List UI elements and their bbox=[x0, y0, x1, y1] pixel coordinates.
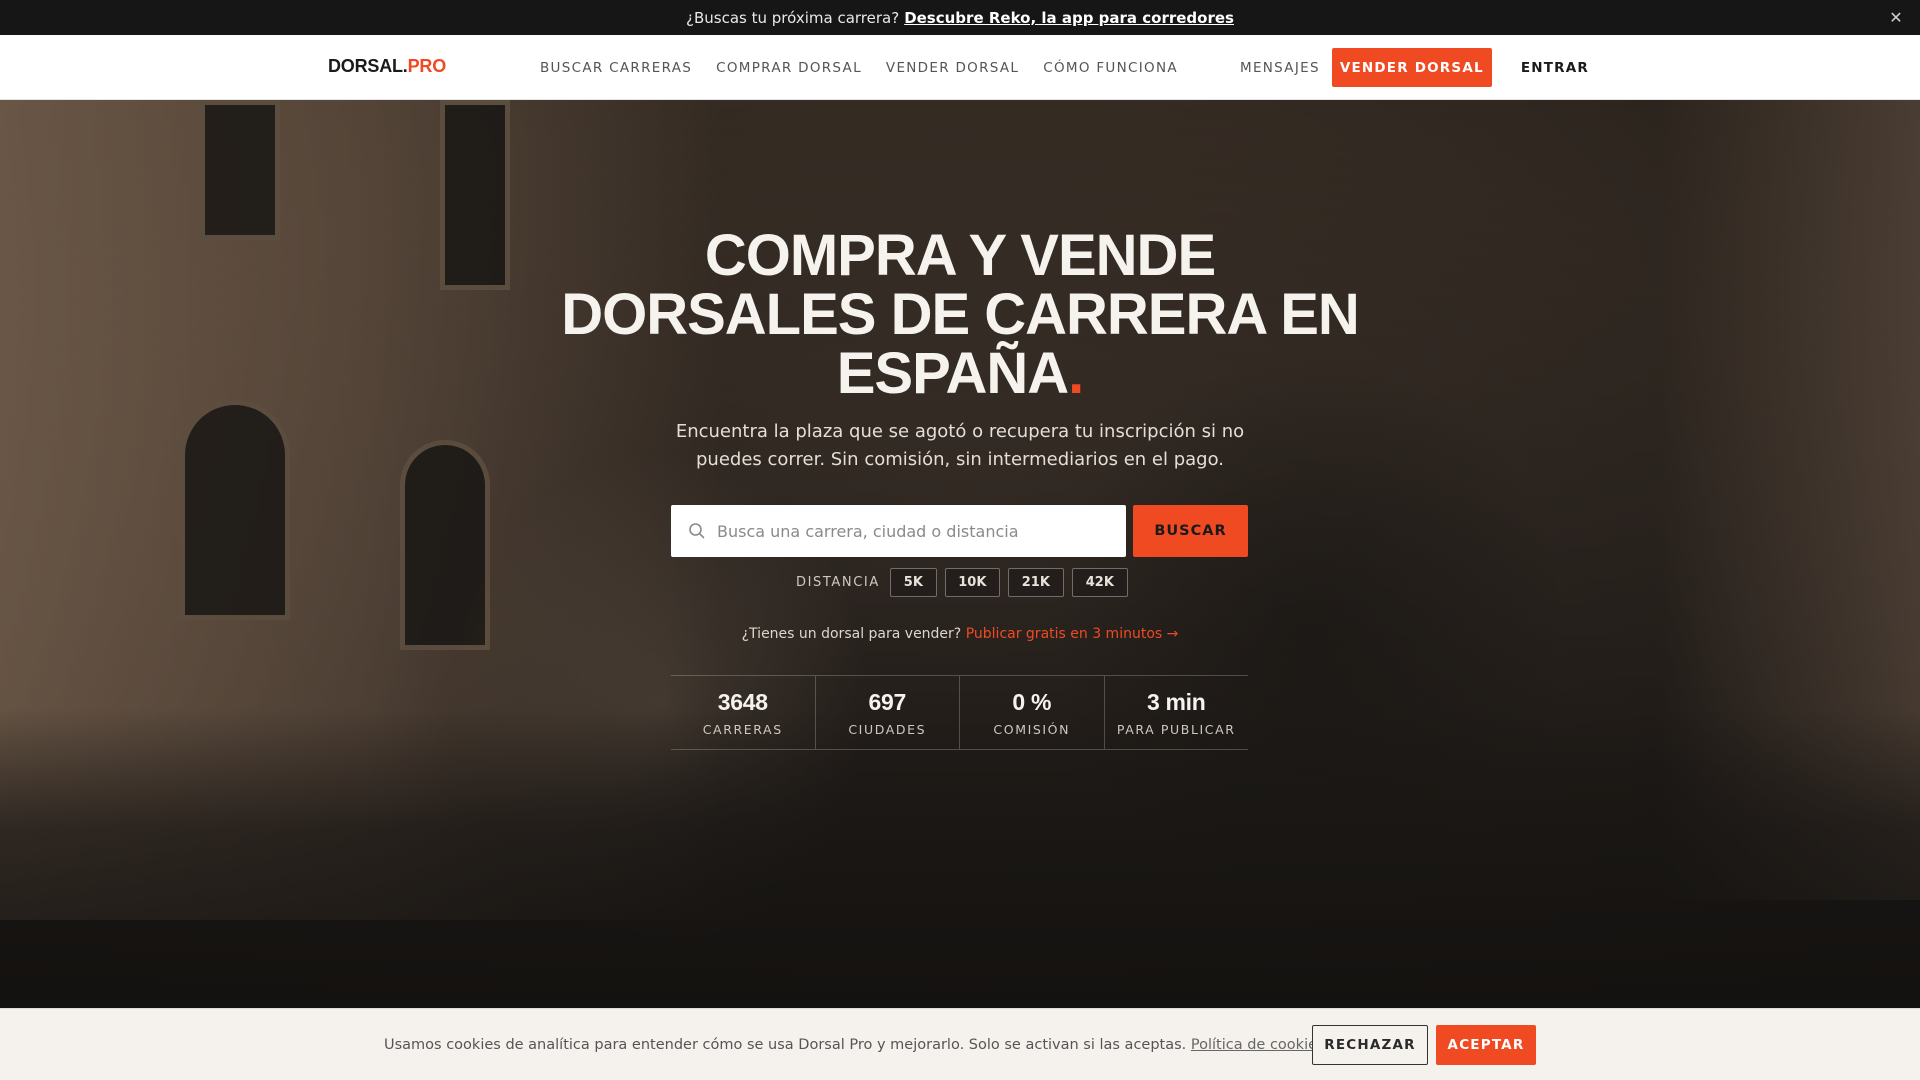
stat-carreras: 3648 CARRERAS bbox=[671, 676, 816, 749]
background-window bbox=[200, 100, 280, 240]
distance-chip-5k[interactable]: 5K bbox=[889, 568, 937, 597]
site-logo[interactable]: DORSAL.PRO bbox=[328, 56, 446, 77]
hero-title: COMPRA Y VENDE DORSALES DE CARRERA EN ES… bbox=[560, 226, 1360, 403]
stats-bar: 3648 CARRERAS 697 CIUDADES 0 % COMISIÓN … bbox=[671, 675, 1248, 750]
cookie-policy-link[interactable]: Política de cookies bbox=[1191, 1037, 1325, 1053]
header-actions: MENSAJES VENDER DORSAL ENTRAR bbox=[1240, 35, 1589, 100]
sell-dorsal-button[interactable]: VENDER DORSAL bbox=[1331, 48, 1492, 87]
nav-vender-dorsal[interactable]: VENDER DORSAL bbox=[886, 60, 1019, 76]
search-button[interactable]: BUSCAR bbox=[1133, 505, 1248, 557]
cookie-message: Usamos cookies de analítica para entende… bbox=[384, 1037, 1187, 1053]
accept-cookies-button[interactable]: ACEPTAR bbox=[1436, 1025, 1536, 1065]
nav-buscar-carreras[interactable]: BUSCAR CARRERAS bbox=[540, 60, 692, 76]
close-icon[interactable]: ✕ bbox=[1886, 7, 1906, 27]
stat-comision: 0 % COMISIÓN bbox=[960, 676, 1105, 749]
stat-label: CARRERAS bbox=[702, 721, 783, 737]
logo-accent: PRO bbox=[407, 56, 447, 76]
distance-filter: DISTANCIA 5K 10K 21K 42K bbox=[796, 568, 1128, 597]
stat-value: 3 min bbox=[1146, 688, 1206, 715]
distance-chip-21k[interactable]: 21K bbox=[1007, 568, 1064, 597]
sell-prompt-text: ¿Tienes un dorsal para vender? bbox=[741, 626, 962, 642]
announcement-bar: ¿Buscas tu próxima carrera? Descubre Rek… bbox=[0, 0, 1920, 35]
nav-comprar-dorsal[interactable]: COMPRAR DORSAL bbox=[716, 60, 862, 76]
announcement-text: ¿Buscas tu próxima carrera? bbox=[686, 8, 900, 27]
hero-title-text: COMPRA Y VENDE DORSALES DE CARRERA EN ES… bbox=[561, 223, 1360, 406]
cookie-banner: Usamos cookies de analítica para entende… bbox=[0, 1008, 1920, 1080]
login-link[interactable]: ENTRAR bbox=[1521, 60, 1589, 76]
distance-chip-42k[interactable]: 42K bbox=[1071, 568, 1128, 597]
publish-link[interactable]: Publicar gratis en 3 minutos → bbox=[966, 626, 1179, 642]
stat-label: PARA PUBLICAR bbox=[1116, 721, 1236, 737]
hero-subtitle: Encuentra la plaza que se agotó o recupe… bbox=[675, 421, 1245, 470]
site-header: DORSAL.PRO BUSCAR CARRERAS COMPRAR DORSA… bbox=[0, 35, 1920, 100]
logo-main: DORSAL. bbox=[328, 56, 408, 76]
reject-cookies-button[interactable]: RECHAZAR bbox=[1312, 1025, 1428, 1065]
stat-value: 3648 bbox=[717, 688, 768, 715]
hero-background-road bbox=[0, 708, 1920, 1008]
announcement-link[interactable]: Descubre Reko, la app para corredores bbox=[904, 9, 1234, 27]
stat-publicar: 3 min PARA PUBLICAR bbox=[1105, 676, 1249, 749]
sell-prompt: ¿Tienes un dorsal para vender? Publicar … bbox=[660, 626, 1260, 642]
cookie-text: Usamos cookies de analítica para entende… bbox=[384, 1037, 1325, 1053]
nav-como-funciona[interactable]: CÓMO FUNCIONA bbox=[1043, 60, 1178, 76]
main-nav: BUSCAR CARRERAS COMPRAR DORSAL VENDER DO… bbox=[540, 35, 1178, 100]
background-window bbox=[180, 400, 290, 620]
distance-label: DISTANCIA bbox=[796, 575, 880, 590]
hero-title-dot: . bbox=[1068, 341, 1084, 406]
stat-ciudades: 697 CIUDADES bbox=[816, 676, 960, 749]
stat-value: 697 bbox=[868, 688, 907, 715]
stat-label: CIUDADES bbox=[848, 721, 927, 737]
background-window bbox=[440, 100, 510, 290]
search-icon bbox=[689, 523, 705, 539]
stat-label: COMISIÓN bbox=[993, 721, 1071, 737]
stat-value: 0 % bbox=[1012, 688, 1052, 715]
distance-chip-10k[interactable]: 10K bbox=[944, 568, 1000, 597]
messages-link[interactable]: MENSAJES bbox=[1240, 60, 1320, 76]
search-input[interactable] bbox=[717, 521, 1097, 541]
search-box bbox=[671, 505, 1126, 557]
